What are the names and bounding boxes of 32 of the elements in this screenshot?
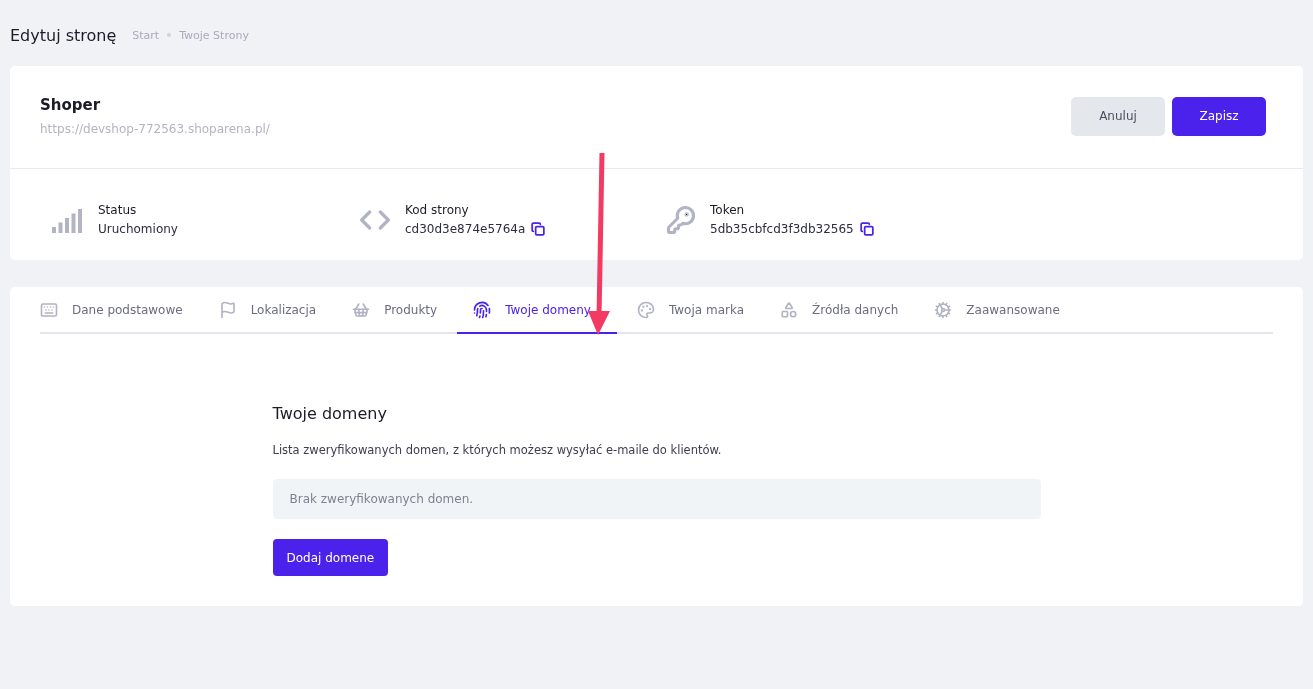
palette-icon	[636, 301, 655, 319]
copy-icon[interactable]	[859, 222, 874, 236]
tab[interactable]: Lokalizacja	[218, 287, 333, 334]
tab[interactable]: Produkty	[352, 287, 454, 334]
info-label: Kod strony	[405, 203, 470, 217]
section-title: Twoje domeny	[272, 404, 388, 423]
basket-icon	[352, 301, 371, 319]
tab[interactable]: Źródła danych	[780, 287, 915, 334]
info-label: Status	[98, 203, 138, 217]
page-title: Edytuj stronę	[10, 25, 117, 45]
gears-icon	[934, 301, 953, 319]
empty-domains-box: Brak zweryfikowanych domen.	[272, 479, 1041, 519]
info-label: Token	[710, 203, 746, 217]
site-url: https://devshop-772563.shoparena.pl/	[40, 122, 270, 136]
info-value: Uruchomiony	[98, 222, 178, 236]
tab[interactable]: Zaawansowane	[934, 287, 1076, 334]
section-description: Lista zweryfikowanych domen, z których możesz wysyłać e-maile do klientów.	[272, 443, 723, 457]
copy-icon[interactable]	[531, 222, 546, 236]
site-name: Shoper	[40, 96, 102, 114]
cancel-button[interactable]: Anuluj	[1071, 96, 1165, 136]
shapes-icon	[780, 301, 799, 319]
flag-icon	[218, 301, 237, 319]
key-icon	[666, 204, 696, 235]
info-value: cd30d3e874e5764a	[405, 222, 526, 236]
tab[interactable]: Twoja marka	[636, 287, 761, 334]
tab[interactable]: Dane podstawowe	[40, 287, 199, 334]
keyboard-icon	[40, 301, 58, 319]
add-domain-button[interactable]: Dodaj domene	[272, 539, 389, 576]
info-value: 5db35cbfcd3f3db32565	[710, 222, 854, 236]
fingerprint-icon	[473, 301, 492, 319]
signal-bars-icon	[52, 206, 84, 233]
save-button[interactable]: Zapisz	[1172, 96, 1266, 136]
